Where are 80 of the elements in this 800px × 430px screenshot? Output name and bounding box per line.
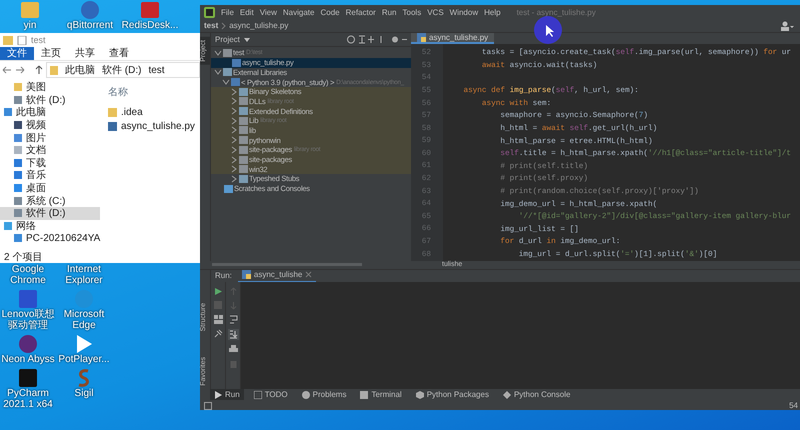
close-icon[interactable] [305, 271, 312, 278]
ribbon-tab[interactable]: 文件 [0, 47, 34, 60]
ribbon-tab[interactable]: 共享 [68, 47, 102, 60]
tool-window-tab[interactable]: Python Console [498, 389, 574, 400]
user-icon[interactable] [780, 20, 794, 31]
menu-item[interactable]: Edit [240, 8, 254, 17]
desktop-icon-label[interactable]: Microsoft Edge [56, 309, 112, 331]
menu-item[interactable]: Code [320, 8, 340, 17]
nav-item[interactable]: 软件 (D:) [0, 206, 100, 220]
tool-window-tab[interactable]: Problems [298, 389, 350, 400]
caret-icon[interactable] [244, 38, 250, 42]
desktop-icon-label[interactable]: Sigil [74, 388, 94, 399]
nav-item[interactable]: 美图 [0, 81, 100, 94]
menu-item[interactable]: Window [450, 8, 478, 17]
scroll-to-end-icon[interactable] [228, 328, 238, 340]
directory-entry[interactable]: async_tulishe.py [108, 121, 195, 132]
tool-window-toggle-icon[interactable] [204, 402, 212, 410]
project-view-dropdown[interactable]: Project [215, 35, 240, 44]
menu-item[interactable]: Refactor [346, 8, 376, 17]
print-icon[interactable] [228, 344, 238, 354]
menu-item[interactable]: View [260, 8, 277, 17]
window-title: test [31, 35, 46, 45]
nav-item[interactable]: 系统 (C:) [0, 194, 100, 207]
status-text: 2 个项目 [3, 251, 44, 263]
chevron-icon[interactable] [214, 48, 222, 57]
click-highlight-drawing [533, 15, 563, 45]
nav-item[interactable]: 视频 [0, 118, 100, 132]
address-bar[interactable]: 此电脑 软件 (D:) test [46, 62, 200, 78]
desktop-icon-label[interactable]: PyCharm 2021.1 x64 [0, 388, 56, 410]
tool-window-tab[interactable]: Terminal [356, 389, 406, 400]
nav-item[interactable]: PC-20210624YA [0, 232, 100, 245]
app-logo-icon [204, 6, 215, 18]
nav-item[interactable]: 网络 [0, 220, 100, 232]
desktop-icon-label[interactable]: Neon Abyss [1, 354, 55, 365]
settings-icon[interactable] [391, 35, 407, 44]
tool-window-tab[interactable]: Python Packages [412, 389, 493, 400]
menu-item[interactable]: Navigate [282, 8, 314, 17]
desktop-icon-label[interactable]: PotPlayer... [58, 354, 110, 365]
python-file-icon [417, 33, 426, 42]
nav-item[interactable]: 软件 (D:) [0, 94, 100, 106]
chevron-icon [221, 22, 226, 30]
caret-position[interactable]: 54 [789, 401, 798, 410]
ribbon-tab[interactable]: 查看 [102, 47, 136, 60]
play-triangle-icon[interactable] [74, 334, 94, 354]
directory-entry[interactable]: .idea [108, 107, 143, 118]
nav-item[interactable]: 此电脑 [0, 106, 100, 119]
run-label: Run: [215, 271, 232, 280]
column-header[interactable]: 名称 [108, 85, 128, 99]
nav-item[interactable]: 音乐 [0, 169, 100, 182]
soft-wrap-icon[interactable] [228, 314, 238, 324]
orb-icon[interactable] [18, 334, 38, 354]
window-title: test - async_tulishe.py [516, 8, 596, 17]
circle-logo-icon[interactable] [80, 0, 100, 20]
nav-item[interactable]: 图片 [0, 131, 100, 144]
menu-item[interactable]: Run [382, 8, 397, 17]
tool-window-tab[interactable]: TODO [250, 389, 292, 400]
menu-item[interactable]: Tools [402, 8, 422, 17]
rerun-icon[interactable] [214, 286, 222, 296]
nav-item[interactable]: 文档 [0, 144, 100, 157]
path-segment[interactable]: test [148, 64, 165, 76]
run-icon [214, 390, 222, 399]
up-arrow-icon[interactable] [35, 65, 43, 75]
menu-item[interactable]: VCS [427, 8, 444, 17]
nav-item[interactable]: 下载 [0, 156, 100, 170]
breadcrumb-item[interactable]: test [204, 21, 218, 30]
breadcrumb-item[interactable]: async_tulishe.py [229, 21, 288, 30]
path-segment[interactable]: 此电脑 [65, 63, 95, 77]
python-file-icon [108, 122, 117, 131]
layout-icon[interactable] [214, 314, 222, 324]
desktop-icon-label[interactable]: Google Chrome [0, 264, 56, 286]
nav-item[interactable]: 桌面 [0, 182, 100, 194]
menu-item[interactable]: File [221, 8, 234, 17]
menu-item[interactable]: Help [484, 8, 501, 17]
desktop-icon-label[interactable]: Lenovo联想驱动管理 [0, 309, 56, 331]
path-segment[interactable]: 软件 (D:) [102, 63, 142, 77]
pin-icon[interactable] [214, 328, 222, 338]
desktop-icon-label[interactable]: Internet Explorer [56, 264, 112, 286]
tool-window-tab[interactable]: Run [210, 389, 244, 400]
ribbon-tab[interactable]: 主页 [34, 47, 68, 60]
editor-tab[interactable]: async_tulishe.py [411, 33, 494, 44]
